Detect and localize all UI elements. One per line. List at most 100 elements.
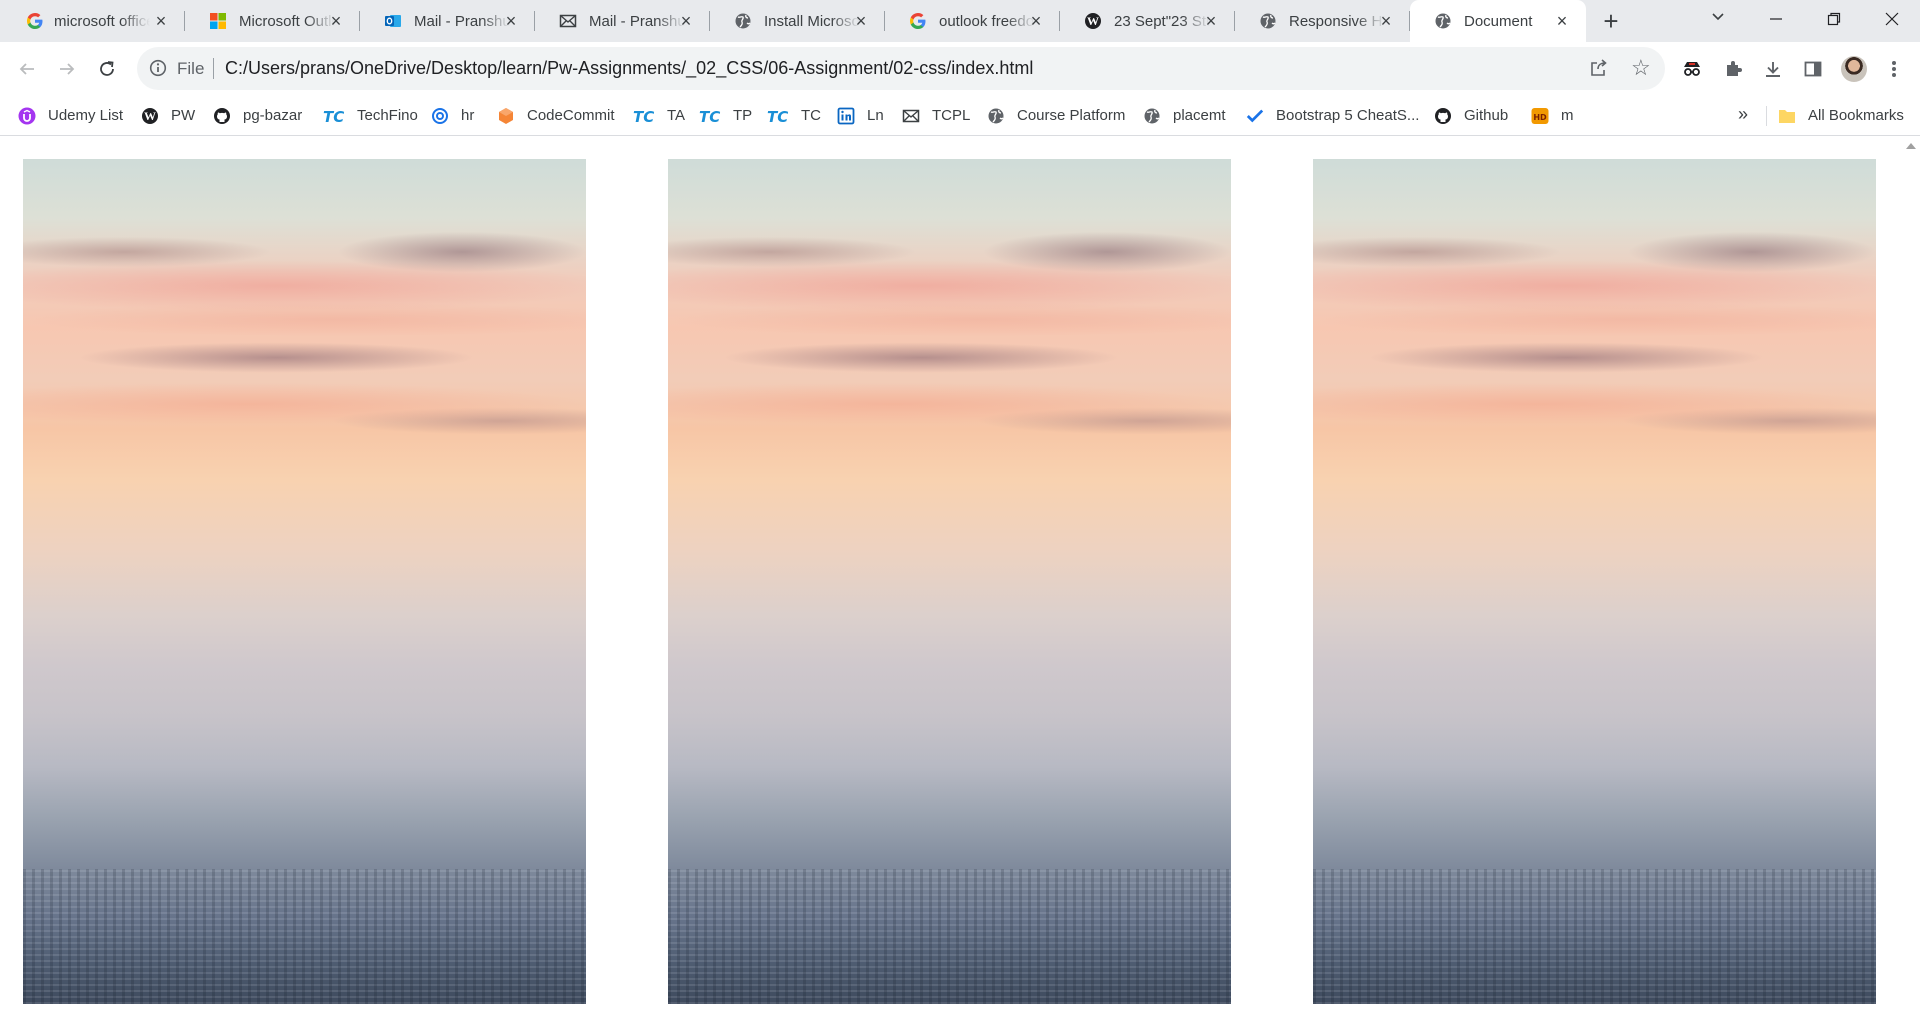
forward-button[interactable] <box>51 53 83 85</box>
close-tab-icon[interactable]: × <box>1026 11 1046 31</box>
tc-icon: TC <box>633 107 655 125</box>
bookmark-item[interactable]: W PW <box>141 96 195 136</box>
bookmarks-bar: Udemy List W PW pg-bazar TC TechFino hr CodeCom… <box>0 96 1920 136</box>
microsoft-logo-icon <box>209 12 227 30</box>
bookmark-item[interactable]: TC TechFino <box>323 96 418 136</box>
browser-tab[interactable]: Mail - Pranshu × <box>535 0 710 42</box>
close-tab-icon[interactable]: × <box>1201 11 1221 31</box>
browser-tab[interactable]: microsoft office download× <box>0 0 185 42</box>
arrow-right-icon <box>60 63 75 75</box>
browser-tab[interactable]: Document × <box>1410 0 1586 42</box>
close-tab-icon[interactable]: × <box>151 11 171 31</box>
close-tab-icon[interactable]: × <box>851 11 871 31</box>
svg-text:W: W <box>1087 14 1099 28</box>
url-text[interactable]: C:/Users/prans/OneDrive/Desktop/learn/Pw… <box>225 58 1033 79</box>
site-info-icon[interactable] <box>149 59 167 82</box>
all-bookmarks-label: All Bookmarks <box>1808 107 1904 124</box>
incognito-extension-icon[interactable] <box>1678 55 1706 83</box>
tab-title: Install Microsoft 365 <box>764 13 860 30</box>
bookmark-item[interactable]: Github <box>1434 96 1508 136</box>
svg-text:W: W <box>144 109 156 123</box>
all-bookmarks-button[interactable]: All Bookmarks <box>1778 96 1904 136</box>
bookmark-label: TechFino <box>357 107 418 124</box>
github-icon <box>1434 107 1452 125</box>
browser-menu-icon[interactable] <box>1880 55 1908 83</box>
svg-text:TC: TC <box>633 108 654 125</box>
bookmark-label: PW <box>171 107 196 124</box>
tc-icon: TC <box>767 107 789 125</box>
bookmark-label: TCPL <box>932 107 971 124</box>
tab-search-button[interactable] <box>1706 8 1730 32</box>
side-panel-icon[interactable] <box>1799 55 1827 83</box>
bookmark-item[interactable]: TC TA <box>633 96 685 136</box>
address-bar[interactable]: File C:/Users/prans/OneDrive/Desktop/lea… <box>137 47 1665 90</box>
close-window-button[interactable] <box>1864 0 1920 40</box>
globe-icon <box>734 12 752 30</box>
bookmark-label: Bootstrap 5 CheatS... <box>1276 107 1420 124</box>
bookmark-item[interactable]: pg-bazar <box>213 96 302 136</box>
tab-title: Microsoft Outlook <box>239 13 335 30</box>
bookmark-item[interactable]: CodeCommit <box>497 96 615 136</box>
bookmark-star-icon[interactable]: ☆ <box>1631 56 1651 80</box>
bookmark-label: TA <box>667 107 686 124</box>
close-tab-icon[interactable]: × <box>1552 11 1572 31</box>
scroll-up-arrow-icon[interactable] <box>1906 143 1916 149</box>
globe-icon <box>987 107 1005 125</box>
browser-tab[interactable]: Install Microsoft 365× <box>710 0 885 42</box>
linkedin-icon <box>837 107 855 125</box>
tab-title: Document <box>1464 13 1533 30</box>
new-tab-button[interactable]: + <box>1596 6 1626 36</box>
bookmark-item[interactable]: hr <box>431 96 474 136</box>
bookmark-item[interactable]: Course Platform <box>987 96 1125 136</box>
browser-toolbar: File C:/Users/prans/OneDrive/Desktop/lea… <box>0 42 1920 96</box>
bookmark-label: TC <box>801 107 821 124</box>
bookmark-item[interactable]: placemt <box>1143 96 1226 136</box>
bookmark-label: Github <box>1464 107 1509 124</box>
minimize-button[interactable] <box>1748 0 1804 40</box>
svg-text:TC: TC <box>767 108 788 125</box>
bookmark-label: m <box>1561 107 1574 124</box>
bookmark-label: CodeCommit <box>527 107 615 124</box>
sunset-sea-image-3 <box>1313 159 1876 1004</box>
share-icon[interactable] <box>1589 58 1609 83</box>
reload-button[interactable] <box>91 53 123 85</box>
bookmarks-separator <box>1766 106 1767 126</box>
aws-codecommit-icon <box>497 107 515 125</box>
close-tab-icon[interactable]: × <box>676 11 696 31</box>
sea-texture <box>1313 868 1876 1004</box>
extensions-puzzle-icon[interactable] <box>1719 55 1747 83</box>
bookmark-item[interactable]: Ln <box>837 96 884 136</box>
browser-tab[interactable]: outlook freedom× <box>885 0 1060 42</box>
bookmark-item[interactable]: Udemy List <box>18 96 123 136</box>
bookmarks-overflow-button[interactable]: » <box>1738 104 1748 125</box>
browser-tab[interactable]: Microsoft Outlook× <box>185 0 360 42</box>
back-button[interactable] <box>11 53 43 85</box>
minimize-icon <box>1770 18 1782 20</box>
page-scrollbar[interactable] <box>1902 137 1920 1020</box>
close-tab-icon[interactable]: × <box>1376 11 1396 31</box>
bookmark-label: Course Platform <box>1017 107 1126 124</box>
bookmark-label: Ln <box>867 107 884 124</box>
restore-button[interactable] <box>1806 0 1862 40</box>
mail-envelope-icon <box>902 107 920 125</box>
bookmark-item[interactable]: Bootstrap 5 CheatS... <box>1246 96 1419 136</box>
tab-title: Mail - Pranshu <box>414 13 510 30</box>
close-tab-icon[interactable]: × <box>326 11 346 31</box>
bookmark-item[interactable]: HD m <box>1531 96 1574 136</box>
folder-icon <box>1778 107 1796 125</box>
bookmark-item[interactable]: TC TC <box>767 96 821 136</box>
google-g-icon <box>909 12 927 30</box>
browser-tab[interactable]: Mail - Pranshu × <box>360 0 535 42</box>
url-scheme-label: File <box>177 59 205 78</box>
profile-avatar[interactable] <box>1840 55 1868 83</box>
chevron-down-icon <box>1712 13 1724 21</box>
browser-tab[interactable]: Responsive HTML× <box>1235 0 1410 42</box>
svg-text:HD: HD <box>1533 113 1547 122</box>
bookmark-item[interactable]: TC TP <box>699 96 752 136</box>
sunset-sea-image-2 <box>668 159 1231 1004</box>
downloads-icon[interactable] <box>1759 55 1787 83</box>
bookmark-item[interactable]: TCPL <box>902 96 970 136</box>
globe-icon <box>1434 12 1452 30</box>
close-tab-icon[interactable]: × <box>501 11 521 31</box>
browser-tab[interactable]: W 23 Sept"23 Study× <box>1060 0 1235 42</box>
